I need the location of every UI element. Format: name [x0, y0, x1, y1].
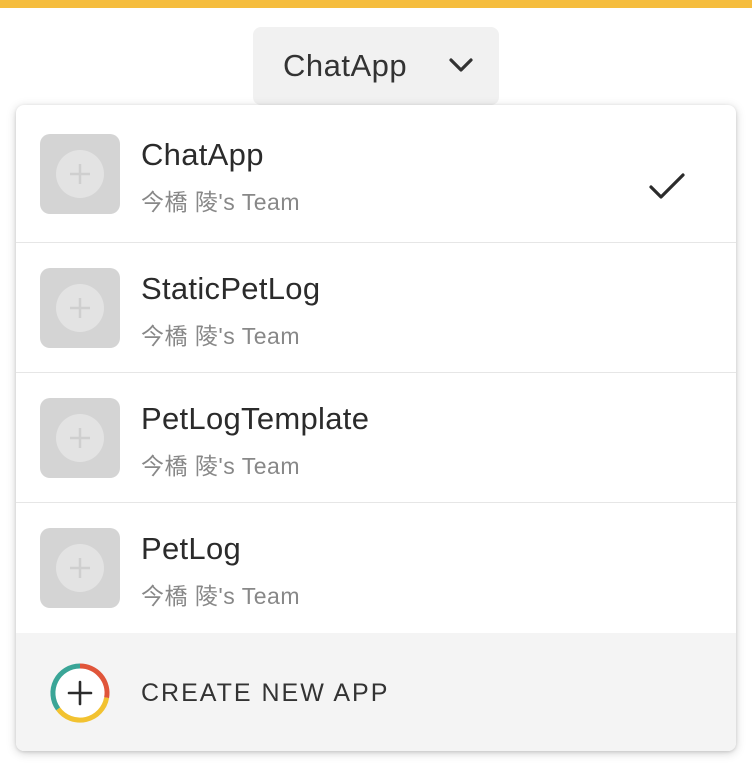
- app-team: 今橋 陵's Team: [141, 453, 300, 479]
- app-list-item-chatapp[interactable]: ChatApp 今橋 陵's Team: [16, 105, 736, 243]
- app-team: 今橋 陵's Team: [141, 323, 300, 349]
- create-new-app-button[interactable]: CREATE NEW APP: [16, 633, 736, 751]
- app-team: 今橋 陵's Team: [141, 583, 300, 609]
- app-switcher-button[interactable]: ChatApp: [253, 27, 499, 105]
- app-list-item-petlogtemplate[interactable]: PetLogTemplate 今橋 陵's Team: [16, 373, 736, 503]
- app-list-item-staticpetlog[interactable]: StaticPetLog 今橋 陵's Team: [16, 243, 736, 373]
- top-accent-bar: [0, 0, 752, 8]
- app-name: PetLog: [141, 531, 242, 566]
- app-name: PetLogTemplate: [141, 401, 370, 436]
- check-icon: [648, 172, 686, 202]
- app-dropdown-menu: ChatApp 今橋 陵's Team StaticPetLog 今橋 陵's …: [16, 105, 736, 751]
- app-name: ChatApp: [141, 137, 264, 172]
- chevron-down-icon: [447, 54, 475, 76]
- app-placeholder-icon: [40, 398, 120, 478]
- current-app-label: ChatApp: [283, 48, 408, 83]
- app-placeholder-icon: [40, 528, 120, 608]
- app-name: StaticPetLog: [141, 271, 321, 306]
- create-app-plus-icon: [49, 662, 111, 724]
- app-placeholder-icon: [40, 268, 120, 348]
- app-list-item-petlog[interactable]: PetLog 今橋 陵's Team: [16, 503, 736, 633]
- app-team: 今橋 陵's Team: [141, 189, 300, 215]
- create-new-app-label: CREATE NEW APP: [141, 679, 390, 707]
- app-placeholder-icon: [40, 134, 120, 214]
